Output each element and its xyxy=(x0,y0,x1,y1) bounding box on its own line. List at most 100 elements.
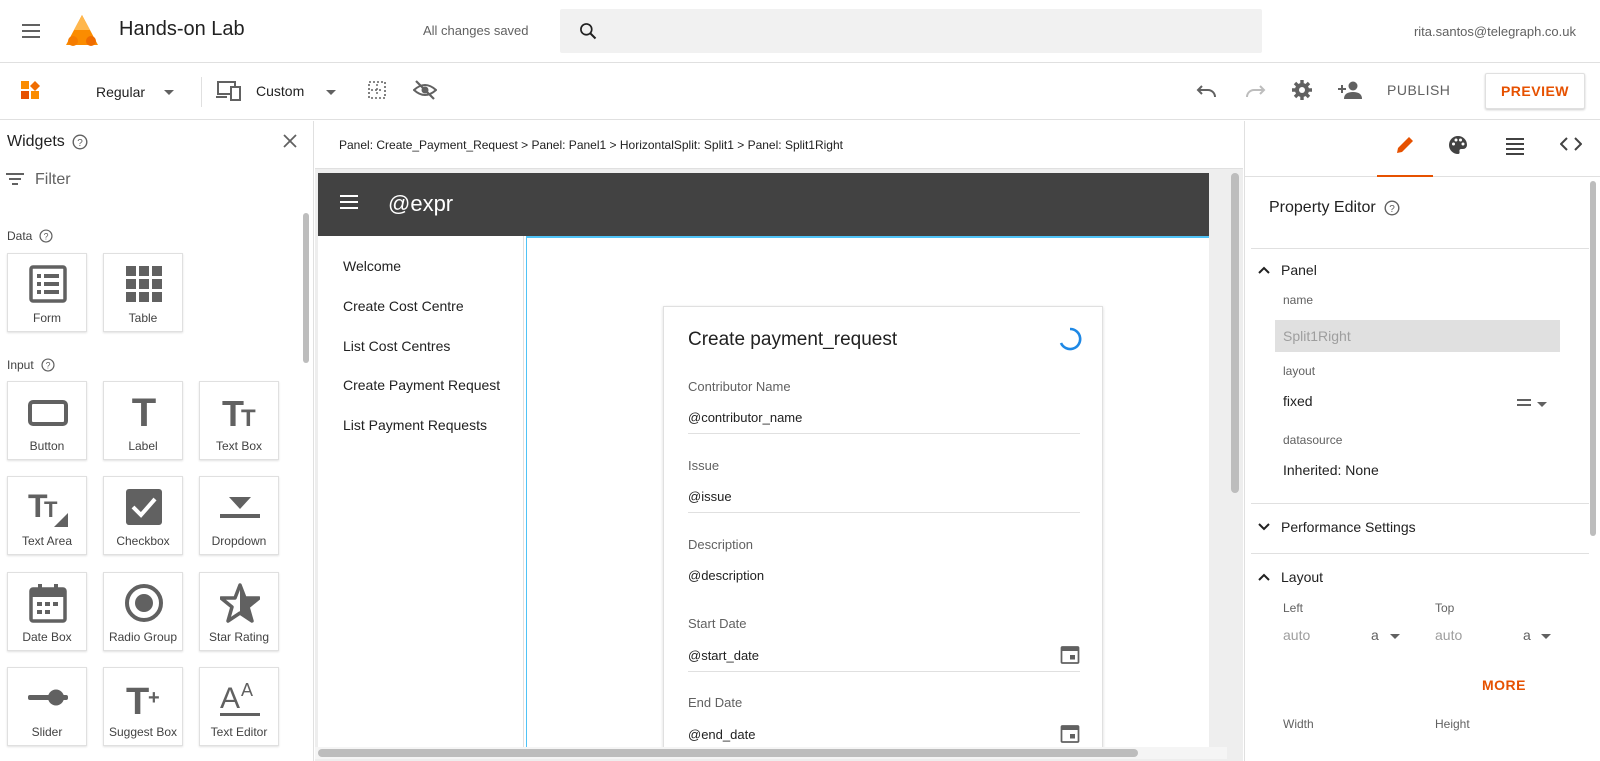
contributor-name-field[interactable]: @contributor_name xyxy=(688,410,1080,434)
publish-button[interactable]: PUBLISH xyxy=(1387,82,1450,98)
help-icon[interactable]: ? xyxy=(1384,200,1400,216)
canvas-horizontal-scrollbar[interactable] xyxy=(318,749,1138,757)
tab-styles[interactable] xyxy=(1430,135,1486,177)
device-chevron-down-icon[interactable] xyxy=(326,90,336,95)
performance-settings-header[interactable]: Performance Settings xyxy=(1281,519,1416,535)
widget-label[interactable]: T Label xyxy=(103,381,183,460)
calendar-icon[interactable] xyxy=(1060,644,1080,664)
list-lines-icon xyxy=(1506,138,1524,155)
share-add-person-icon[interactable] xyxy=(1338,80,1364,100)
filter-icon[interactable] xyxy=(6,172,24,186)
preview-button[interactable]: PREVIEW xyxy=(1485,73,1585,109)
chevron-down-icon[interactable] xyxy=(1257,522,1271,532)
palette-icon xyxy=(1449,136,1467,154)
widgets-palette-icon[interactable] xyxy=(21,81,41,101)
nav-item-list-payment-requests[interactable]: List Payment Requests xyxy=(343,417,487,433)
name-field[interactable] xyxy=(1275,320,1560,352)
property-tabs xyxy=(1245,121,1600,177)
grid-toggle-icon[interactable] xyxy=(368,81,386,99)
svg-text:A: A xyxy=(220,682,240,715)
nav-item-welcome[interactable]: Welcome xyxy=(343,258,401,274)
toolbar-divider xyxy=(201,77,202,107)
tab-properties[interactable] xyxy=(1377,135,1433,177)
split-right-panel[interactable]: Create payment_request Contributor Name … xyxy=(526,236,1209,748)
visibility-off-icon[interactable] xyxy=(413,80,437,100)
app-menu-icon[interactable] xyxy=(340,195,360,211)
undo-icon[interactable] xyxy=(1196,81,1218,101)
device-select[interactable]: Custom xyxy=(256,83,304,99)
nav-item-create-payment-request[interactable]: Create Payment Request xyxy=(343,377,500,393)
svg-text:?: ? xyxy=(1389,204,1395,215)
chevron-up-icon[interactable] xyxy=(1257,265,1271,275)
panel-section-header[interactable]: Panel xyxy=(1281,262,1317,278)
help-icon[interactable]: ? xyxy=(41,358,55,372)
widget-date-box[interactable]: Date Box xyxy=(7,572,87,651)
table-icon xyxy=(126,266,162,302)
redo-icon[interactable] xyxy=(1244,81,1266,101)
tab-code[interactable] xyxy=(1543,135,1599,177)
nav-item-create-cost-centre[interactable]: Create Cost Centre xyxy=(343,298,464,314)
widget-suggest-box[interactable]: T + Suggest Box xyxy=(103,667,183,746)
user-email[interactable]: rita.santos@telegraph.co.uk xyxy=(1414,24,1576,39)
app-title: Hands-on Lab xyxy=(119,18,245,40)
breadcrumb[interactable]: Panel: Create_Payment_Request > Panel: P… xyxy=(315,121,1243,169)
datasource-value[interactable]: Inherited: None xyxy=(1283,462,1379,478)
widgets-scrollbar[interactable] xyxy=(303,213,309,363)
tab-events[interactable] xyxy=(1487,135,1543,177)
widget-star-rating[interactable]: Star Rating xyxy=(199,572,279,651)
left-unit-chevron-down-icon[interactable] xyxy=(1390,634,1400,639)
calendar-icon[interactable] xyxy=(1060,723,1080,743)
style-select[interactable]: Regular xyxy=(96,84,145,100)
issue-field[interactable]: @issue xyxy=(688,489,1080,513)
help-icon[interactable]: ? xyxy=(39,229,53,243)
top-unit-chevron-down-icon[interactable] xyxy=(1541,634,1551,639)
hamburger-menu-icon[interactable] xyxy=(20,20,42,42)
left-input[interactable]: auto xyxy=(1283,627,1310,643)
end-date-field[interactable]: @end_date xyxy=(688,725,1080,748)
canvas-vertical-scrollbar[interactable] xyxy=(1231,173,1239,493)
description-field[interactable]: @description xyxy=(688,568,1080,591)
data-section-label: Data xyxy=(7,229,33,243)
filter-input[interactable]: Filter xyxy=(35,171,71,189)
calendar-icon xyxy=(29,584,67,623)
layout-section-header[interactable]: Layout xyxy=(1281,569,1323,585)
style-chevron-down-icon[interactable] xyxy=(164,90,174,95)
widget-text-box[interactable]: T T Text Box xyxy=(199,381,279,460)
widget-text-area[interactable]: T T Text Area xyxy=(7,476,87,555)
svg-text:+: + xyxy=(148,687,160,709)
start-date-field[interactable]: @start_date xyxy=(688,646,1080,672)
widget-slider[interactable]: Slider xyxy=(7,667,87,746)
chevron-up-icon[interactable] xyxy=(1257,572,1271,582)
nav-item-list-cost-centres[interactable]: List Cost Centres xyxy=(343,338,450,354)
widget-text-editor[interactable]: A A Text Editor xyxy=(199,667,279,746)
top-unit-select[interactable]: a xyxy=(1523,627,1531,643)
widget-table[interactable]: Table xyxy=(103,253,183,332)
end-date-value: @end_date xyxy=(688,727,756,742)
layout-select[interactable]: fixed xyxy=(1283,393,1313,409)
settings-gear-icon[interactable] xyxy=(1291,79,1313,101)
search-icon[interactable] xyxy=(578,21,598,41)
design-canvas: Panel: Create_Payment_Request > Panel: P… xyxy=(315,121,1243,761)
widget-dropdown[interactable]: Dropdown xyxy=(199,476,279,555)
widget-radio-group[interactable]: Radio Group xyxy=(103,572,183,651)
edit-pencil-icon xyxy=(1397,137,1413,153)
widget-checkbox[interactable]: Checkbox xyxy=(103,476,183,555)
layout-chevron-down-icon[interactable] xyxy=(1537,402,1547,407)
app-nav-menu: Welcome Create Cost Centre List Cost Cen… xyxy=(318,236,524,748)
left-unit-select[interactable]: a xyxy=(1371,627,1379,643)
search-input[interactable] xyxy=(616,9,1246,53)
widget-button[interactable]: Button xyxy=(7,381,87,460)
close-icon[interactable] xyxy=(282,133,298,149)
text-box-icon: T T xyxy=(222,393,256,432)
equals-icon xyxy=(1517,399,1531,406)
help-icon[interactable]: ? xyxy=(72,134,88,150)
svg-text:T: T xyxy=(241,405,256,432)
app-header: Hands-on Lab All changes saved rita.sant… xyxy=(0,0,1600,63)
widget-form[interactable]: Form xyxy=(7,253,87,332)
top-input[interactable]: auto xyxy=(1435,627,1462,643)
create-payment-request-form[interactable]: Create payment_request Contributor Name … xyxy=(663,306,1103,748)
more-button[interactable]: MORE xyxy=(1482,677,1526,693)
properties-scrollbar[interactable] xyxy=(1590,181,1596,536)
devices-icon[interactable] xyxy=(216,81,242,101)
property-editor-panel: Property Editor ? Panel name layout fixe… xyxy=(1244,121,1600,761)
